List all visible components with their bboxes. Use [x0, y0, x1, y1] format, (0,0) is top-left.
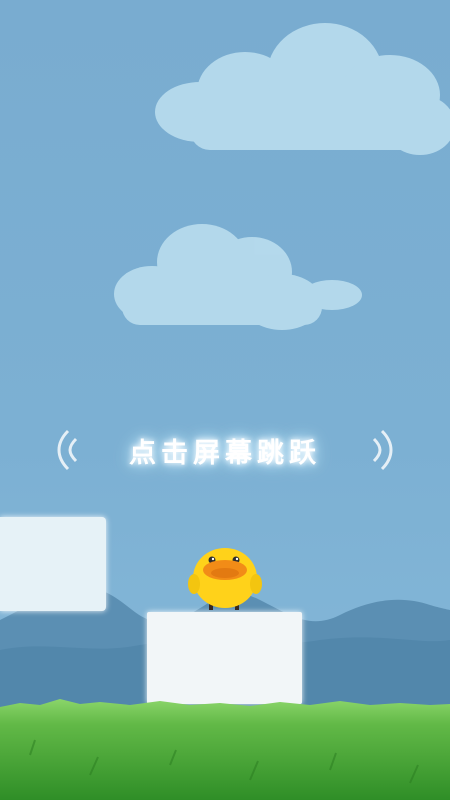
chick-character	[188, 548, 262, 610]
platform-current	[147, 612, 302, 704]
hint-text: 点击屏幕跳跃	[129, 437, 321, 469]
tap-to-jump-hint: 点击屏幕跳跃	[50, 425, 400, 475]
platform-left	[0, 517, 106, 611]
cloud-lower	[114, 224, 362, 330]
sound-wave-left-icon	[57, 429, 78, 471]
grass-ground	[0, 699, 450, 800]
cloud-upper	[155, 23, 450, 155]
game-stage[interactable]: 点击屏幕跳跃	[0, 0, 450, 800]
sound-wave-right-icon	[372, 429, 393, 471]
